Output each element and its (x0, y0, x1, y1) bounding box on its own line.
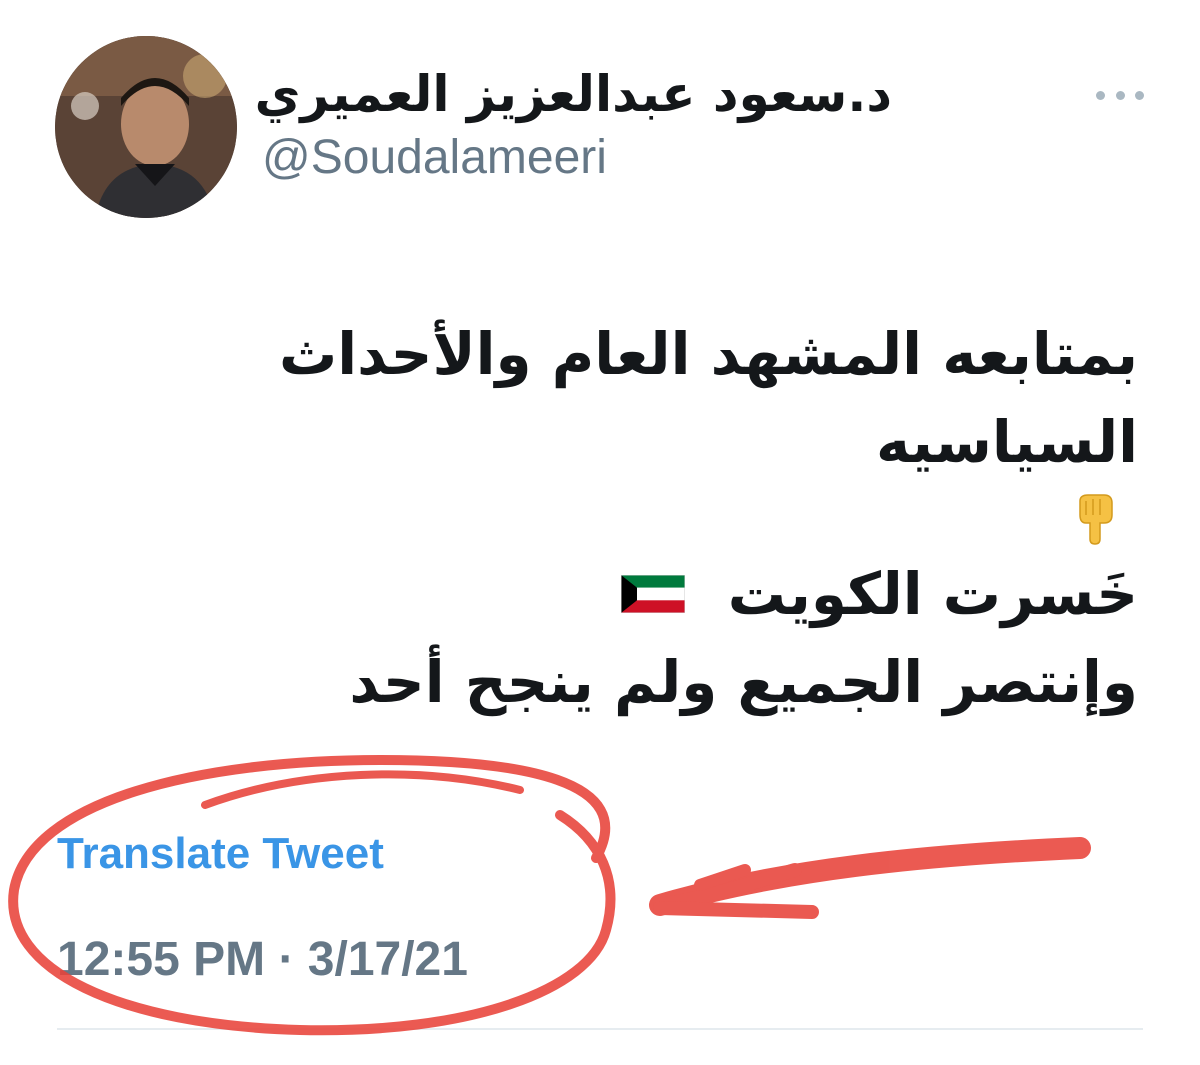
circle-annotation-mark (8, 755, 616, 1036)
tweet-text: بمتابعه المشهد العام والأحداث السياسيه خ… (138, 310, 1138, 726)
avatar[interactable] (55, 36, 237, 218)
more-dot-icon (1135, 90, 1144, 100)
arrow-annotation-mark (653, 901, 819, 919)
timestamp-date: 3/17/21 (307, 933, 468, 986)
more-dot-icon (1115, 90, 1125, 100)
tweet-line-text: خَسرت الكويت (727, 560, 1138, 628)
tweet-card: د.سعود عبدالعزيز العميري @Soudalameeri ب… (0, 0, 1200, 1065)
author-name[interactable]: د.سعود عبدالعزيز العميري (255, 64, 892, 124)
kuwait-flag-icon (621, 574, 686, 613)
tweet-line: بمتابعه المشهد العام والأحداث (278, 320, 1138, 388)
tweet-line: خَسرت الكويت (138, 550, 1138, 638)
more-dot-icon (1096, 90, 1105, 100)
point-down-hand-icon (1079, 493, 1113, 545)
timestamp-separator: · (278, 933, 295, 986)
more-options-button[interactable] (1096, 76, 1144, 114)
arrow-annotation-mark (649, 837, 1091, 916)
tweet-timestamp[interactable]: 12:55 PM · 3/17/21 (57, 932, 468, 988)
author-handle[interactable]: @Soudalameeri (262, 130, 607, 186)
emoji-line (138, 486, 1138, 550)
divider (57, 1028, 1143, 1030)
timestamp-time: 12:55 PM (57, 933, 266, 986)
avatar-photo (55, 36, 237, 218)
circle-annotation-mark (201, 770, 524, 809)
arrow-annotation-mark (694, 864, 751, 891)
arrow-annotation-mark (653, 863, 802, 912)
translate-tweet-link[interactable]: Translate Tweet (57, 828, 384, 880)
tweet-line: السياسيه (875, 408, 1138, 476)
tweet-line: وإنتصر الجميع ولم ينجح أحد (349, 648, 1138, 716)
